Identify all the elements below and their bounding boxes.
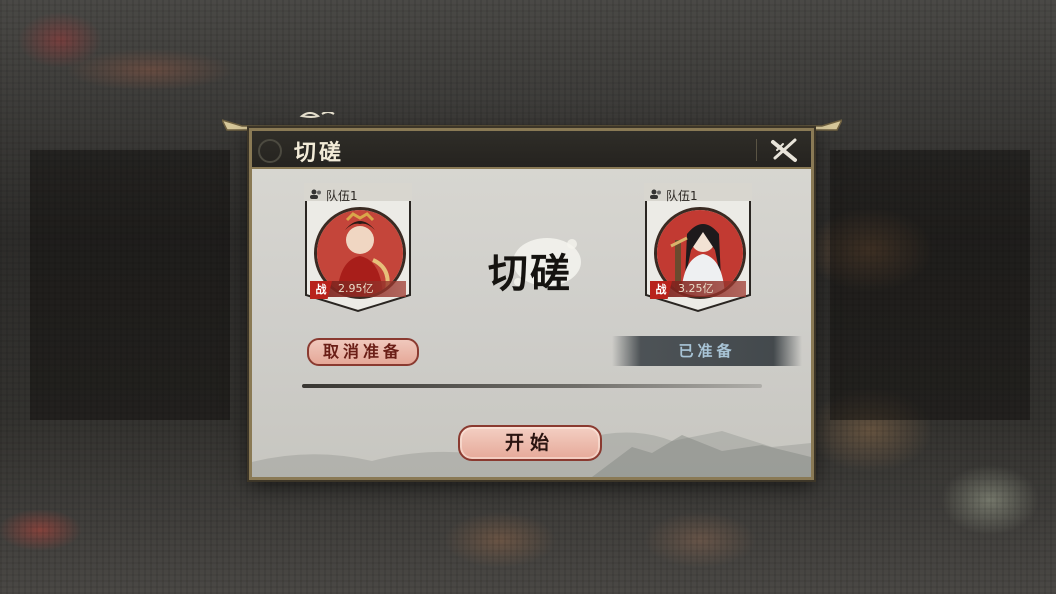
ready-status-badge: 已准备 bbox=[612, 336, 802, 366]
title-divider bbox=[756, 139, 757, 161]
cancel-ready-button[interactable]: 取消准备 bbox=[307, 338, 419, 366]
power-value: 2.95亿 bbox=[338, 282, 374, 295]
close-icon bbox=[771, 138, 797, 162]
team-icon bbox=[650, 189, 661, 199]
power-value: 3.25亿 bbox=[678, 282, 714, 295]
team-label: 队伍1 bbox=[666, 189, 698, 203]
swirl-icon bbox=[258, 139, 282, 163]
team-card-right[interactable]: 队伍1 战 3.25亿 bbox=[644, 183, 754, 323]
start-button[interactable]: 开始 bbox=[458, 425, 602, 461]
spar-dialog: 切磋 队伍1 战 2.95亿 队伍1 战 3.25亿 切磋 取消准备 已准备 开… bbox=[249, 128, 814, 480]
ink-divider bbox=[302, 384, 762, 388]
close-button[interactable] bbox=[767, 134, 801, 166]
team-card-left[interactable]: 队伍1 战 2.95亿 bbox=[304, 183, 414, 323]
center-title: 切磋 bbox=[488, 250, 572, 297]
dialog-title-bar: 切磋 bbox=[252, 131, 811, 169]
team-label: 队伍1 bbox=[326, 189, 358, 203]
dialog-title: 切磋 bbox=[294, 140, 345, 166]
team-icon bbox=[310, 189, 321, 199]
